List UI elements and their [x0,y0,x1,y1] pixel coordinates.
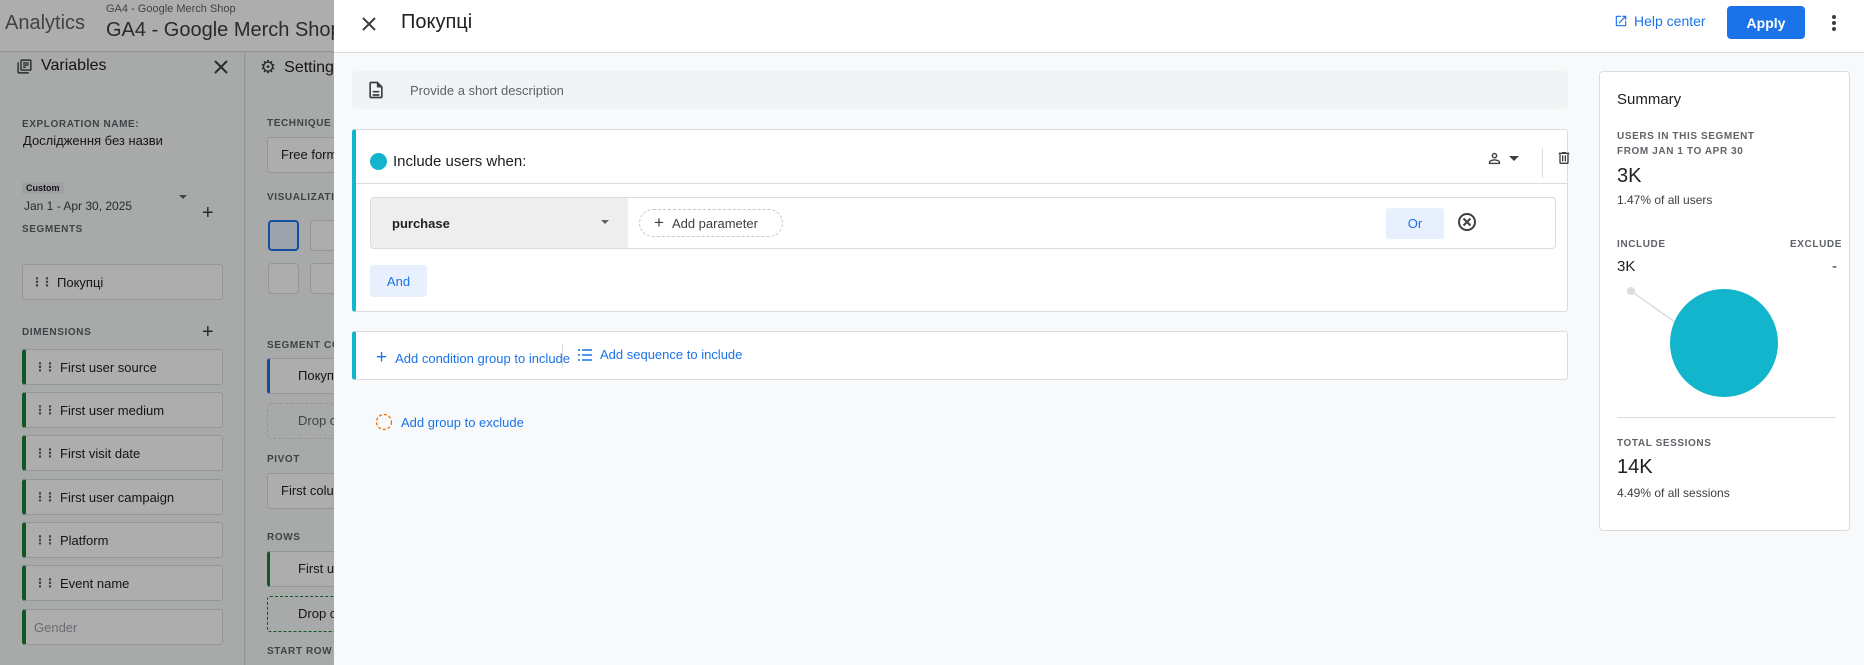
chart-leader-line [1630,290,1680,326]
caret-down-icon [1509,156,1519,161]
delete-icon[interactable] [1556,149,1572,167]
include-users-label: Include users when: [393,153,527,170]
include-condition-group: Include users when: purchase + Add param… [352,129,1570,312]
apply-button[interactable]: Apply [1727,6,1805,39]
include-value: 3K [1617,258,1636,275]
summary-card: Summary USERS IN THIS SEGMENT FROM JAN 1… [1599,71,1850,531]
close-button[interactable] [356,11,382,37]
add-parameter-button[interactable]: + Add parameter [639,209,783,237]
description-field[interactable] [352,71,1568,109]
and-button[interactable]: And [370,265,427,297]
description-input[interactable] [410,71,1510,109]
segment-name[interactable]: Покупці [401,11,472,34]
divider [1542,148,1543,178]
sessions-label: TOTAL SESSIONS [1617,438,1712,449]
caret-down-icon [601,220,609,224]
plus-icon: + [376,347,388,368]
condition-scope-selector[interactable] [1486,150,1519,167]
sequence-list-icon [578,348,592,361]
or-button[interactable]: Or [1386,208,1444,239]
add-to-include-bar: + Add condition group to include Add seq… [352,331,1568,380]
segment-size-chart [1627,287,1778,397]
summary-title: Summary [1617,91,1682,108]
event-select[interactable]: purchase [371,198,628,248]
open-in-new-icon [1615,15,1627,27]
document-icon [369,81,383,99]
sessions-value: 14K [1617,456,1653,478]
exclude-point [1627,287,1635,295]
sessions-share: 4.49% of all sessions [1617,486,1730,500]
condition-row: purchase + Add parameter Or [370,197,1556,249]
add-sequence-button[interactable]: Add sequence to include [578,347,742,362]
add-exclude-group-button[interactable]: Add group to exclude [375,413,524,431]
divider [562,344,563,368]
divider [356,183,1568,184]
add-condition-group-button[interactable]: + Add condition group to include [376,347,570,369]
exclude-dashed-circle-icon [375,413,393,431]
segment-builder-drawer: Покупці Help center Apply Include users … [334,0,1864,665]
exclude-label: EXCLUDE [1790,239,1842,250]
close-icon[interactable] [362,17,376,31]
users-caption-range: FROM JAN 1 TO APR 30 [1617,146,1744,157]
include-label: INCLUDE [1617,239,1666,250]
divider [1617,417,1836,418]
exclude-value: - [1832,258,1837,275]
segment-color-dot [370,153,387,170]
modal-scrim[interactable] [0,0,334,665]
include-circle [1670,289,1778,397]
drawer-header: Покупці Help center Apply [334,0,1864,53]
person-icon [1488,152,1501,165]
more-options-icon[interactable] [1824,10,1844,36]
remove-circle-icon[interactable] [1457,212,1477,232]
help-center-link[interactable]: Help center [1614,13,1706,29]
users-value: 3K [1617,165,1642,187]
plus-icon: + [654,213,664,232]
users-share: 1.47% of all users [1617,193,1713,207]
users-caption: USERS IN THIS SEGMENT [1617,131,1755,142]
